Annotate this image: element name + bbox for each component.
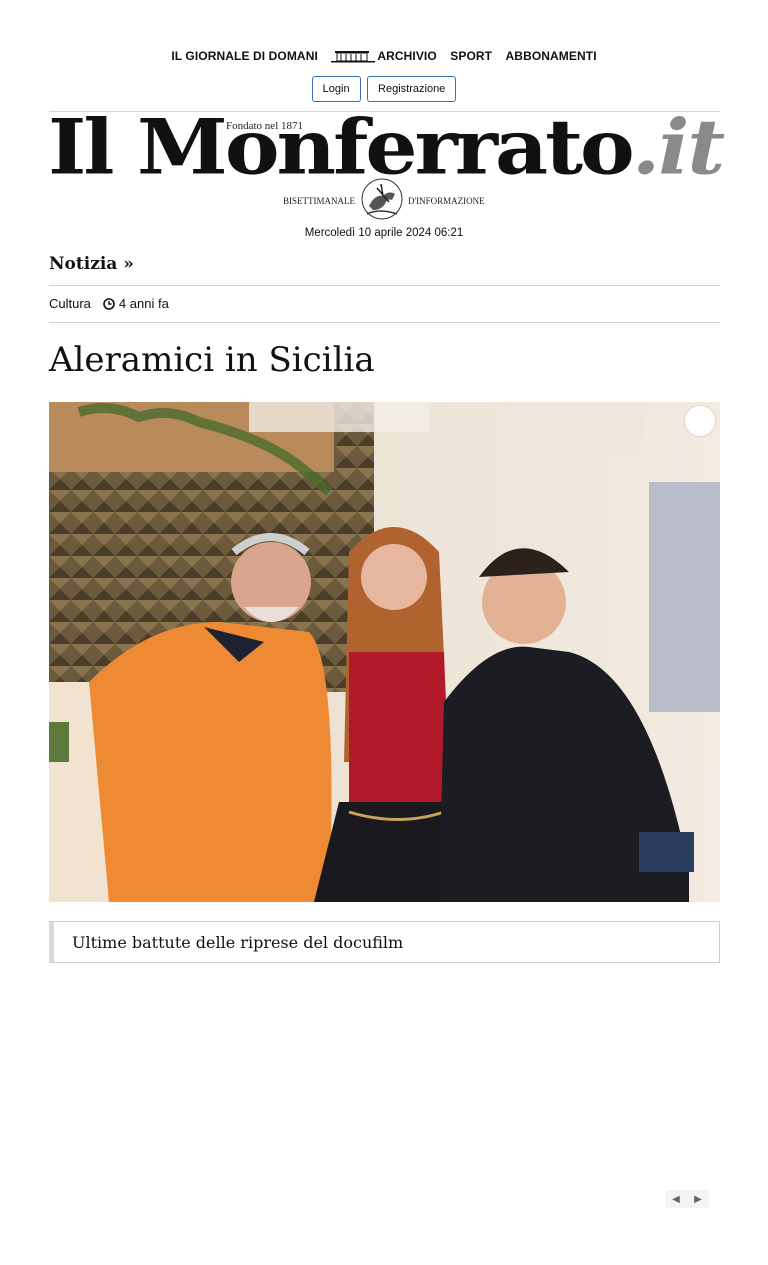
nav-item-sport[interactable]: SPORT bbox=[450, 49, 492, 63]
st-george-emblem-icon bbox=[361, 178, 403, 220]
section-breadcrumb[interactable]: Notizia » bbox=[49, 254, 134, 274]
article-title: Aleramici in Sicilia bbox=[49, 340, 375, 380]
prev-arrow-icon[interactable]: ◀ bbox=[672, 1194, 680, 1205]
divider bbox=[49, 285, 720, 286]
divider bbox=[49, 322, 720, 323]
auth-bar: Login Registrazione bbox=[0, 76, 768, 102]
site-logo[interactable]: Il Monferrato.it Fondato nel 1871 BISETT… bbox=[48, 110, 728, 226]
logo-subtitle-left: BISETTIMANALE bbox=[283, 196, 355, 206]
logo-subtitle-right: D'INFORMAZIONE bbox=[408, 196, 485, 206]
next-arrow-icon[interactable]: ▶ bbox=[694, 1194, 702, 1205]
logo-tld: .it bbox=[631, 103, 726, 192]
photo-caption: Ultime battute delle riprese del docufil… bbox=[49, 921, 720, 963]
logo-founded: Fondato nel 1871 bbox=[226, 120, 303, 132]
nav-item-archivio[interactable]: ARCHIVIO bbox=[331, 48, 437, 64]
photo-action-button[interactable] bbox=[685, 406, 715, 436]
logo-main-text: Il Monferrato bbox=[48, 103, 635, 192]
category-link[interactable]: Cultura bbox=[49, 296, 91, 311]
logo-wordmark: Il Monferrato.it bbox=[48, 110, 725, 185]
gallery-pager: ◀ ▶ bbox=[665, 1190, 709, 1208]
current-date: Mercoledì 10 aprile 2024 06:21 bbox=[304, 227, 464, 239]
article-meta: Cultura 4 anni fa bbox=[49, 296, 169, 311]
clock-icon bbox=[103, 297, 115, 310]
article-photo-image bbox=[49, 402, 720, 902]
register-button[interactable]: Registrazione bbox=[367, 76, 457, 102]
article-age: 4 anni fa bbox=[118, 296, 169, 311]
top-navigation: IL GIORNALE DI DOMANI ARCHIVIO SPORT ABB… bbox=[0, 48, 768, 63]
nav-item-abbonamenti[interactable]: ABBONAMENTI bbox=[506, 49, 597, 63]
nav-item-giornale-di-domani[interactable]: IL GIORNALE DI DOMANI bbox=[171, 49, 318, 63]
article-photo[interactable] bbox=[49, 402, 720, 902]
login-button[interactable]: Login bbox=[311, 76, 361, 102]
nav-item-archivio-label: ARCHIVIO bbox=[377, 49, 437, 64]
archive-building-icon bbox=[331, 51, 376, 63]
